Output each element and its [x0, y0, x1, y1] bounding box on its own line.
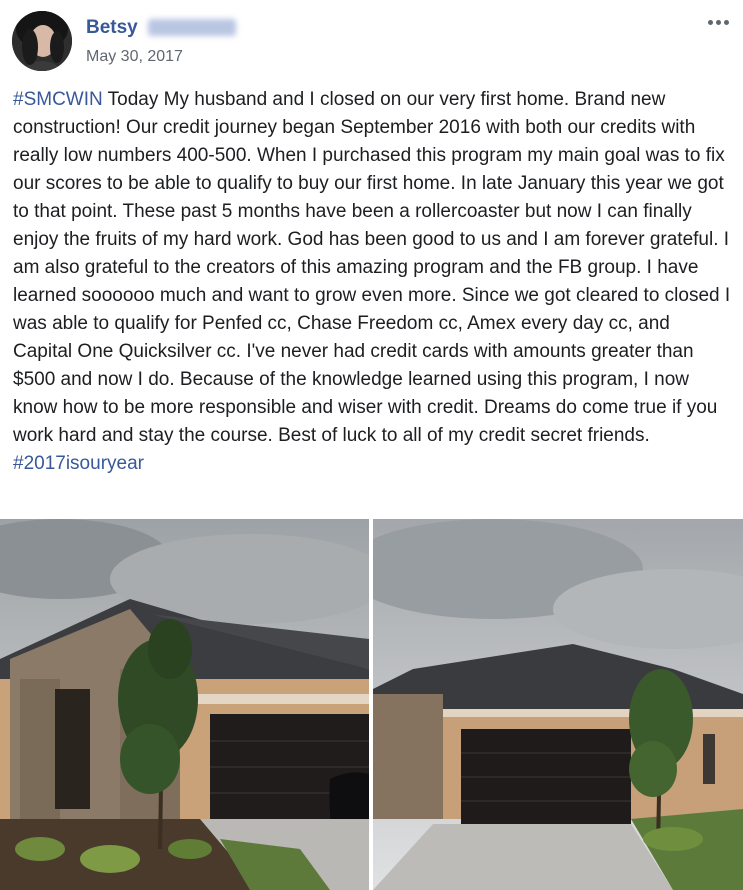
house-photo-left-image: [0, 519, 369, 890]
author-name[interactable]: Betsy: [86, 17, 138, 39]
post-timestamp[interactable]: May 30, 2017: [86, 48, 183, 66]
house-photo-right[interactable]: [373, 519, 743, 890]
dot: [716, 20, 721, 25]
house-photo-right-image: [373, 519, 743, 890]
redacted-surname: [148, 19, 236, 36]
post-body-text: Today My husband and I closed on our ver…: [13, 89, 731, 446]
author-avatar[interactable]: [12, 11, 72, 71]
dot: [708, 20, 713, 25]
avatar-photo: [12, 11, 72, 71]
post-body: #SMCWIN Today My husband and I closed on…: [13, 86, 731, 478]
house-photo-left[interactable]: [0, 519, 369, 890]
dot: [724, 20, 729, 25]
hashtag-2017isouryear[interactable]: #2017isouryear: [13, 453, 144, 474]
hashtag-smcwin[interactable]: #SMCWIN: [13, 89, 103, 110]
facebook-post: Betsy May 30, 2017 #SMCWIN Today My husb…: [0, 0, 743, 890]
more-options-icon[interactable]: [704, 12, 734, 34]
